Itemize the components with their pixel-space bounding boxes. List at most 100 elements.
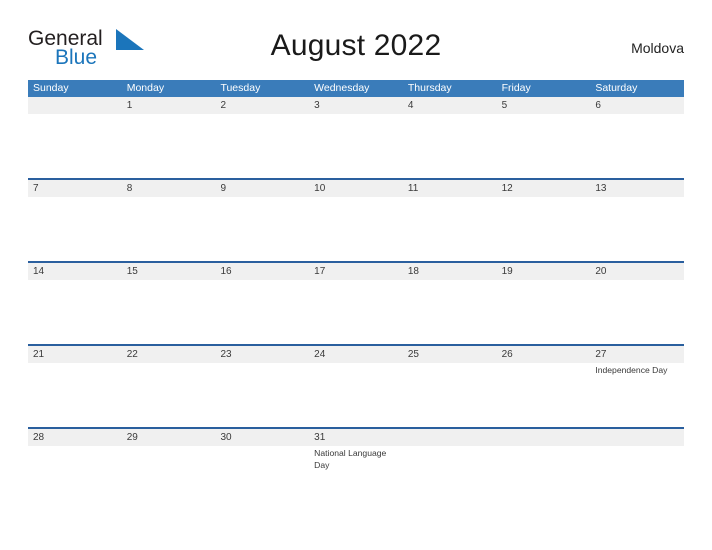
calendar-grid: Sunday Monday Tuesday Wednesday Thursday… [28, 80, 684, 510]
day-number[interactable] [403, 429, 497, 446]
page-title: August 2022 [270, 29, 442, 62]
day-event [590, 197, 684, 261]
day-event-independence-day: Independence Day [590, 363, 684, 427]
day-number[interactable]: 14 [28, 263, 122, 280]
day-event-text: National Language Day [314, 448, 387, 470]
weekday-wednesday: Wednesday [314, 82, 370, 94]
day-number[interactable]: 16 [215, 263, 309, 280]
day-event [309, 114, 403, 178]
day-event [590, 114, 684, 178]
day-event [215, 446, 309, 510]
day-number[interactable]: 24 [309, 346, 403, 363]
page-header: General Blue August 2022 Moldova [28, 26, 684, 74]
week-day-numbers: 14 15 16 17 18 19 20 [28, 261, 684, 280]
day-number[interactable]: 22 [122, 346, 216, 363]
day-number[interactable]: 15 [122, 263, 216, 280]
weekday-tuesday: Tuesday [220, 82, 261, 94]
day-number[interactable]: 23 [215, 346, 309, 363]
calendar-week-row: 14 15 16 17 18 19 20 [28, 261, 684, 344]
day-number[interactable]: 3 [309, 97, 403, 114]
week-event-row [28, 280, 684, 344]
day-number[interactable] [590, 429, 684, 446]
day-number[interactable]: 18 [403, 263, 497, 280]
weekday-monday: Monday [126, 82, 165, 94]
calendar-page: General Blue August 2022 Moldova Sunday … [0, 0, 712, 550]
calendar-week-row: 28 29 30 31 National Language Day [28, 427, 684, 510]
day-event [403, 114, 497, 178]
day-event [403, 363, 497, 427]
week-day-numbers: 7 8 9 10 11 12 13 [28, 178, 684, 197]
day-number[interactable]: 26 [497, 346, 591, 363]
day-number[interactable] [28, 97, 122, 114]
day-event-text: Independence Day [595, 365, 668, 375]
week-event-row [28, 114, 684, 178]
day-number[interactable]: 5 [497, 97, 591, 114]
day-event [122, 280, 216, 344]
day-event [215, 280, 309, 344]
day-event [497, 280, 591, 344]
day-number[interactable]: 27 [590, 346, 684, 363]
day-number[interactable]: 20 [590, 263, 684, 280]
day-number[interactable]: 8 [122, 180, 216, 197]
day-number[interactable]: 21 [28, 346, 122, 363]
weekday-friday: Friday [501, 82, 531, 94]
week-event-row: National Language Day [28, 446, 684, 510]
day-number[interactable]: 28 [28, 429, 122, 446]
day-event [122, 197, 216, 261]
day-number[interactable]: 6 [590, 97, 684, 114]
day-number[interactable]: 19 [497, 263, 591, 280]
weekday-header-row: Sunday Monday Tuesday Wednesday Thursday… [28, 80, 684, 97]
day-number[interactable] [497, 429, 591, 446]
day-event [122, 446, 216, 510]
calendar-week-row: 7 8 9 10 11 12 13 [28, 178, 684, 261]
day-event [497, 197, 591, 261]
day-number[interactable]: 12 [497, 180, 591, 197]
day-number[interactable]: 4 [403, 97, 497, 114]
day-event [122, 114, 216, 178]
day-event [28, 114, 122, 178]
day-event [497, 446, 591, 510]
week-event-row [28, 197, 684, 261]
day-number[interactable]: 11 [403, 180, 497, 197]
weekday-thursday: Thursday [407, 82, 452, 94]
day-event [215, 363, 309, 427]
day-event [403, 280, 497, 344]
day-number[interactable]: 1 [122, 97, 216, 114]
week-event-row: Independence Day [28, 363, 684, 427]
day-event-national-language-day: National Language Day [309, 446, 403, 510]
day-number[interactable]: 7 [28, 180, 122, 197]
day-event [215, 197, 309, 261]
day-event [28, 363, 122, 427]
day-event [309, 197, 403, 261]
day-number[interactable]: 9 [215, 180, 309, 197]
day-event [28, 197, 122, 261]
day-number[interactable]: 2 [215, 97, 309, 114]
week-day-numbers: 28 29 30 31 [28, 427, 684, 446]
day-number[interactable]: 13 [590, 180, 684, 197]
day-event [403, 197, 497, 261]
day-event [122, 363, 216, 427]
weekday-sunday: Sunday [33, 82, 69, 94]
week-day-numbers: 21 22 23 24 25 26 27 [28, 344, 684, 363]
day-event [215, 114, 309, 178]
day-number[interactable]: 30 [215, 429, 309, 446]
day-number[interactable]: 31 [309, 429, 403, 446]
calendar-week-row: 1 2 3 4 5 6 [28, 97, 684, 178]
day-event [590, 446, 684, 510]
day-event [590, 280, 684, 344]
week-day-numbers: 1 2 3 4 5 6 [28, 97, 684, 114]
day-number[interactable]: 17 [309, 263, 403, 280]
day-event [309, 363, 403, 427]
day-number[interactable]: 29 [122, 429, 216, 446]
day-number[interactable]: 25 [403, 346, 497, 363]
calendar-week-row: 21 22 23 24 25 26 27 Independence Day [28, 344, 684, 427]
day-event [309, 280, 403, 344]
weekday-saturday: Saturday [595, 82, 638, 94]
day-event [497, 363, 591, 427]
day-event [403, 446, 497, 510]
day-number[interactable]: 10 [309, 180, 403, 197]
day-event [497, 114, 591, 178]
day-event [28, 446, 122, 510]
country-label: Moldova [631, 40, 684, 56]
day-event [28, 280, 122, 344]
